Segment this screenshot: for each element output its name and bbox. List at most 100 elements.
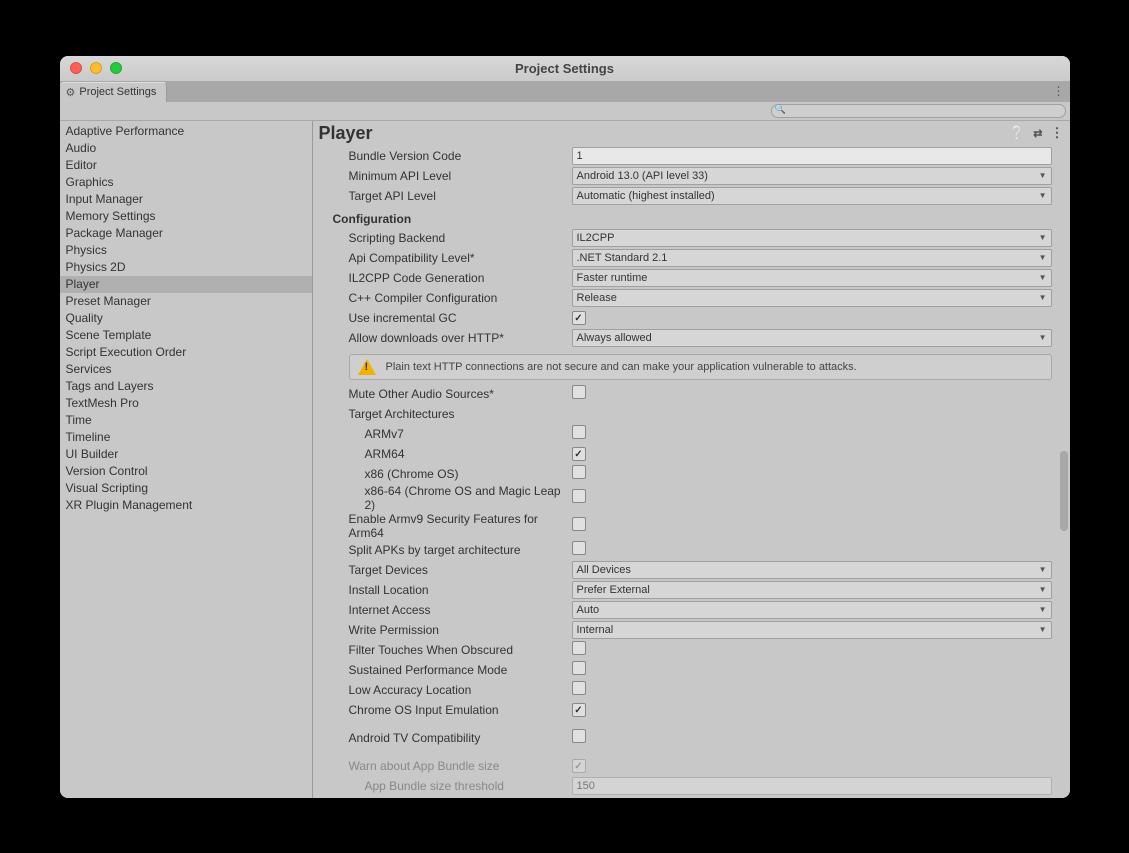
sustained-perf-checkbox[interactable] [572, 661, 586, 675]
search-input[interactable] [771, 104, 1066, 118]
http-warning-box: Plain text HTTP connections are not secu… [349, 354, 1052, 380]
chevron-down-icon: ▼ [1039, 233, 1047, 242]
split-apk-checkbox[interactable] [572, 541, 586, 555]
min-api-dropdown[interactable]: Android 13.0 (API level 33)▼ [572, 167, 1052, 185]
filter-touches-checkbox[interactable] [572, 641, 586, 655]
sidebar-item-visual-scripting[interactable]: Visual Scripting [60, 480, 312, 497]
android-tv-checkbox[interactable] [572, 729, 586, 743]
internet-dropdown[interactable]: Auto▼ [572, 601, 1052, 619]
tab-menu-button[interactable]: ⋮ [1053, 84, 1064, 98]
settings-sidebar: Adaptive PerformanceAudioEditorGraphicsI… [60, 121, 313, 798]
il2cpp-codegen-dropdown[interactable]: Faster runtime▼ [572, 269, 1052, 287]
arm64-label: ARM64 [333, 447, 572, 461]
chrome-input-checkbox[interactable] [572, 703, 586, 717]
target-arch-label: Target Architectures [333, 407, 572, 421]
sidebar-item-memory-settings[interactable]: Memory Settings [60, 208, 312, 225]
sidebar-item-scene-template[interactable]: Scene Template [60, 327, 312, 344]
warn-bundle-checkbox[interactable] [572, 759, 586, 773]
sidebar-item-quality[interactable]: Quality [60, 310, 312, 327]
mute-audio-label: Mute Other Audio Sources* [333, 387, 572, 401]
incremental-gc-label: Use incremental GC [333, 311, 572, 325]
body: Adaptive PerformanceAudioEditorGraphicsI… [60, 120, 1070, 798]
filter-touches-label: Filter Touches When Obscured [333, 643, 572, 657]
chevron-down-icon: ▼ [1039, 605, 1047, 614]
low-accuracy-checkbox[interactable] [572, 681, 586, 695]
min-api-label: Minimum API Level [333, 169, 572, 183]
main-panel: Player ❔ ⇄ ⋮ Bundle Version Code Minimum… [313, 121, 1070, 798]
sidebar-item-textmesh-pro[interactable]: TextMesh Pro [60, 395, 312, 412]
scripting-backend-dropdown[interactable]: IL2CPP▼ [572, 229, 1052, 247]
warning-icon [358, 359, 376, 375]
sidebar-item-package-manager[interactable]: Package Manager [60, 225, 312, 242]
bundle-threshold-label: App Bundle size threshold [333, 779, 572, 793]
x86-checkbox[interactable] [572, 465, 586, 479]
bundle-version-code-field[interactable] [572, 147, 1052, 165]
api-compat-dropdown[interactable]: .NET Standard 2.1▼ [572, 249, 1052, 267]
window-title: Project Settings [60, 61, 1070, 76]
armv9-label: Enable Armv9 Security Features for Arm64 [333, 512, 572, 540]
preset-icon[interactable]: ⇄ [1033, 127, 1042, 140]
scripting-backend-label: Scripting Backend [333, 231, 572, 245]
armv7-label: ARMv7 [333, 427, 572, 441]
sidebar-item-preset-manager[interactable]: Preset Manager [60, 293, 312, 310]
mute-audio-checkbox[interactable] [572, 385, 586, 399]
main-header: Player ❔ ⇄ ⋮ [313, 121, 1070, 146]
install-location-label: Install Location [333, 583, 572, 597]
sidebar-item-input-manager[interactable]: Input Manager [60, 191, 312, 208]
sidebar-item-xr-plugin-management[interactable]: XR Plugin Management [60, 497, 312, 514]
sidebar-item-physics-2d[interactable]: Physics 2D [60, 259, 312, 276]
panel-menu-button[interactable]: ⋮ [1051, 125, 1064, 141]
scrollbar-thumb[interactable] [1060, 451, 1068, 531]
configuration-section-title: Configuration [333, 212, 1052, 226]
sidebar-item-version-control[interactable]: Version Control [60, 463, 312, 480]
arm64-checkbox[interactable] [572, 447, 586, 461]
sidebar-item-adaptive-performance[interactable]: Adaptive Performance [60, 123, 312, 140]
target-api-dropdown[interactable]: Automatic (highest installed)▼ [572, 187, 1052, 205]
sidebar-item-time[interactable]: Time [60, 412, 312, 429]
x8664-checkbox[interactable] [572, 489, 586, 503]
sustained-perf-label: Sustained Performance Mode [333, 663, 572, 677]
sidebar-item-audio[interactable]: Audio [60, 140, 312, 157]
search-icon: 🔍 [775, 104, 786, 115]
chevron-down-icon: ▼ [1039, 585, 1047, 594]
incremental-gc-checkbox[interactable] [572, 311, 586, 325]
settings-content[interactable]: Bundle Version Code Minimum API Level An… [313, 146, 1068, 798]
http-label: Allow downloads over HTTP* [333, 331, 572, 345]
split-apk-label: Split APKs by target architecture [333, 543, 572, 557]
project-settings-window: Project Settings ⚙ Project Settings ⋮ 🔍 … [60, 56, 1070, 798]
target-devices-dropdown[interactable]: All Devices▼ [572, 561, 1052, 579]
cpp-compiler-dropdown[interactable]: Release▼ [572, 289, 1052, 307]
sidebar-item-tags-and-layers[interactable]: Tags and Layers [60, 378, 312, 395]
armv7-checkbox[interactable] [572, 425, 586, 439]
page-title: Player [319, 123, 373, 144]
write-perm-dropdown[interactable]: Internal▼ [572, 621, 1052, 639]
chevron-down-icon: ▼ [1039, 191, 1047, 200]
titlebar: Project Settings [60, 56, 1070, 82]
tab-project-settings[interactable]: ⚙ Project Settings [60, 82, 168, 102]
warn-bundle-label: Warn about App Bundle size [333, 759, 572, 773]
chevron-down-icon: ▼ [1039, 171, 1047, 180]
http-warning-text: Plain text HTTP connections are not secu… [386, 361, 857, 373]
armv9-checkbox[interactable] [572, 517, 586, 531]
chrome-input-label: Chrome OS Input Emulation [333, 703, 572, 717]
tab-bar: ⚙ Project Settings ⋮ [60, 82, 1070, 102]
sidebar-item-script-execution-order[interactable]: Script Execution Order [60, 344, 312, 361]
install-location-dropdown[interactable]: Prefer External▼ [572, 581, 1052, 599]
help-icon[interactable]: ❔ [1009, 125, 1025, 141]
sidebar-item-graphics[interactable]: Graphics [60, 174, 312, 191]
cpp-compiler-label: C++ Compiler Configuration [333, 291, 572, 305]
search-row: 🔍 [60, 102, 1070, 120]
sidebar-item-editor[interactable]: Editor [60, 157, 312, 174]
x86-label: x86 (Chrome OS) [333, 467, 572, 481]
sidebar-item-services[interactable]: Services [60, 361, 312, 378]
sidebar-item-physics[interactable]: Physics [60, 242, 312, 259]
sidebar-item-timeline[interactable]: Timeline [60, 429, 312, 446]
tab-label: Project Settings [79, 86, 156, 98]
android-tv-label: Android TV Compatibility [333, 731, 572, 745]
api-compat-label: Api Compatibility Level* [333, 251, 572, 265]
sidebar-item-player[interactable]: Player [60, 276, 312, 293]
http-dropdown[interactable]: Always allowed▼ [572, 329, 1052, 347]
internet-label: Internet Access [333, 603, 572, 617]
bundle-threshold-field[interactable] [572, 777, 1052, 795]
sidebar-item-ui-builder[interactable]: UI Builder [60, 446, 312, 463]
